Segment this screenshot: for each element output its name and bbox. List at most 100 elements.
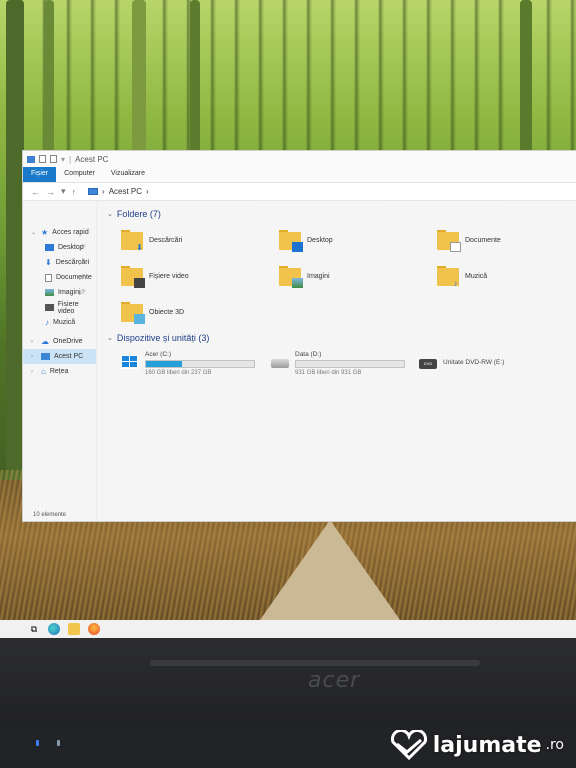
sidebar-item-documents[interactable]: Documente 📌︎ — [23, 270, 96, 285]
folders-group-header[interactable]: ⌄ Foldere (7) — [107, 207, 576, 221]
sidebar-item-desktop[interactable]: Desktop 📌︎ — [23, 240, 96, 255]
3d-objects-folder-icon — [121, 302, 145, 324]
sidebar-item-label: Acest PC — [54, 353, 84, 360]
cloud-icon: ☁ — [41, 337, 49, 346]
chevron-down-icon[interactable]: ⌄ — [31, 229, 37, 236]
quick-access-dropdown-icon[interactable]: ▾ — [61, 155, 65, 164]
documents-folder-icon — [437, 230, 461, 252]
sidebar-item-label: Acces rapid — [52, 229, 89, 236]
chevron-right-icon[interactable]: › — [31, 339, 37, 345]
drive-label: Acer (C:) — [145, 351, 171, 358]
video-icon — [45, 304, 54, 311]
folder-desktop[interactable]: Desktop — [279, 225, 437, 255]
firefox-icon[interactable] — [88, 623, 100, 635]
bamboo-stalk — [520, 0, 532, 160]
drives-grid: Acer (C:) 160 GB liberi din 237 GB Data … — [107, 351, 576, 385]
folder-3d-objects[interactable]: Obiecte 3D — [121, 297, 279, 327]
back-arrow-icon[interactable]: ← — [31, 187, 40, 197]
download-icon: ⬇ — [45, 258, 52, 267]
drive-e[interactable]: DVD Unitate DVD-RW (E:) — [419, 351, 539, 385]
power-led — [36, 740, 39, 746]
hdd-icon — [271, 359, 289, 368]
star-icon: ★ — [41, 228, 49, 237]
taskbar: ⧉ — [0, 620, 576, 638]
chevron-down-icon[interactable]: ⌄ — [107, 210, 113, 218]
sidebar-item-onedrive[interactable]: › ☁ OneDrive — [23, 334, 96, 349]
watermark-suffix: .ro — [545, 737, 564, 753]
file-explorer-icon[interactable] — [68, 623, 80, 635]
title-bar: ▾ | Acest PC — [23, 151, 576, 167]
sidebar-item-music[interactable]: ♪ Muzică — [23, 315, 96, 330]
sidebar-item-label: Rețea — [49, 368, 69, 375]
folder-videos[interactable]: Fișiere video — [121, 261, 279, 291]
sidebar-item-videos[interactable]: Fisiere video — [23, 300, 96, 315]
file-explorer-window: ▾ | Acest PC Fișier Computer Vizualizare… — [22, 150, 576, 522]
stone-path — [260, 520, 400, 620]
up-arrow-icon[interactable]: ↑ — [72, 187, 77, 197]
pin-icon: 📌︎ — [78, 290, 86, 296]
sidebar-item-label: Muzică — [53, 319, 76, 326]
dvd-drive-icon: DVD — [419, 359, 437, 369]
breadcrumb-separator: › — [146, 187, 149, 196]
edge-browser-icon[interactable] — [48, 623, 60, 635]
sidebar-item-this-pc[interactable]: › Acest PC — [23, 349, 96, 364]
ribbon-tabs: Fișier Computer Vizualizare — [23, 167, 576, 183]
explorer-body: ⌄ ★ Acces rapid Desktop 📌︎ ⬇ Descărcări … — [23, 201, 576, 521]
chevron-down-icon[interactable]: ⌄ — [107, 334, 113, 342]
drives-group-title: Dispozitive și unități (3) — [116, 333, 210, 343]
sidebar-item-pictures[interactable]: Imagini 📌︎ — [23, 285, 96, 300]
sidebar-item-quick-access[interactable]: ⌄ ★ Acces rapid — [23, 225, 96, 240]
address-field[interactable]: › Acest PC › — [82, 186, 155, 197]
status-leds — [36, 740, 60, 746]
folder-music[interactable]: ♪ Muzică — [437, 261, 576, 291]
sidebar-item-label: Documente — [56, 274, 92, 281]
chevron-right-icon[interactable]: › — [31, 354, 37, 360]
drives-group-header[interactable]: ⌄ Dispozitive și unități (3) — [107, 331, 576, 345]
tab-view[interactable]: Vizualizare — [103, 167, 153, 182]
folder-label: Descărcări — [149, 236, 183, 244]
watermark-heart-icon — [390, 730, 427, 760]
bamboo-stalk — [132, 0, 146, 160]
properties-icon[interactable] — [39, 155, 46, 163]
battery-led — [57, 740, 60, 746]
navigation-pane: ⌄ ★ Acces rapid Desktop 📌︎ ⬇ Descărcări … — [23, 201, 97, 521]
pc-icon — [88, 188, 99, 195]
music-folder-icon: ♪ — [437, 266, 459, 288]
bamboo-stalk — [190, 0, 200, 160]
document-icon — [45, 273, 52, 282]
folder-pictures[interactable]: Imagini — [279, 261, 437, 291]
folder-label: Fișiere video — [149, 272, 189, 280]
content-pane: ⌄ Foldere (7) ⬇ Descărcări Desktop Docum… — [97, 201, 576, 521]
drive-usage-fill — [146, 361, 182, 367]
watermark-name: lajumate — [432, 732, 542, 758]
folder-downloads[interactable]: ⬇ Descărcări — [121, 225, 279, 255]
task-view-icon[interactable]: ⧉ — [28, 623, 40, 635]
breadcrumb-separator: › — [102, 187, 105, 196]
tab-computer[interactable]: Computer — [56, 167, 103, 182]
pictures-folder-icon — [279, 266, 303, 288]
sidebar-item-network[interactable]: › ⌂ Rețea — [23, 364, 96, 379]
drive-free-space: 931 GB liberi din 931 GB — [295, 370, 362, 376]
chevron-right-icon[interactable]: › — [31, 369, 37, 375]
tab-file[interactable]: Fișier — [23, 167, 57, 182]
forward-arrow-icon[interactable]: → — [46, 187, 55, 197]
folder-label: Imagini — [307, 272, 330, 280]
watermark: lajumate .ro — [389, 730, 564, 760]
drive-usage-bar — [145, 360, 255, 368]
recent-locations-icon[interactable]: ▾ — [61, 186, 66, 197]
folders-grid: ⬇ Descărcări Desktop Documente Fișiere v… — [107, 225, 576, 327]
new-folder-icon[interactable] — [50, 155, 57, 163]
music-icon: ♪ — [45, 318, 49, 327]
address-bar: ← → ▾ ↑ › Acest PC › — [23, 183, 576, 201]
folder-documents[interactable]: Documente — [437, 225, 576, 255]
breadcrumb-current[interactable]: Acest PC — [109, 187, 142, 196]
folder-label: Documente — [465, 236, 501, 244]
sidebar-item-downloads[interactable]: ⬇ Descărcări 📌︎ — [23, 255, 96, 270]
drive-d[interactable]: Data (D:) 931 GB liberi din 931 GB — [271, 351, 419, 385]
image-icon — [45, 289, 54, 296]
sidebar-item-label: Imagini — [58, 289, 81, 296]
pin-icon: 📌︎ — [78, 245, 86, 251]
status-bar-count: 10 elemente — [33, 512, 67, 518]
drive-c[interactable]: Acer (C:) 160 GB liberi din 237 GB — [121, 351, 271, 385]
brand-logo: acer — [308, 668, 361, 693]
